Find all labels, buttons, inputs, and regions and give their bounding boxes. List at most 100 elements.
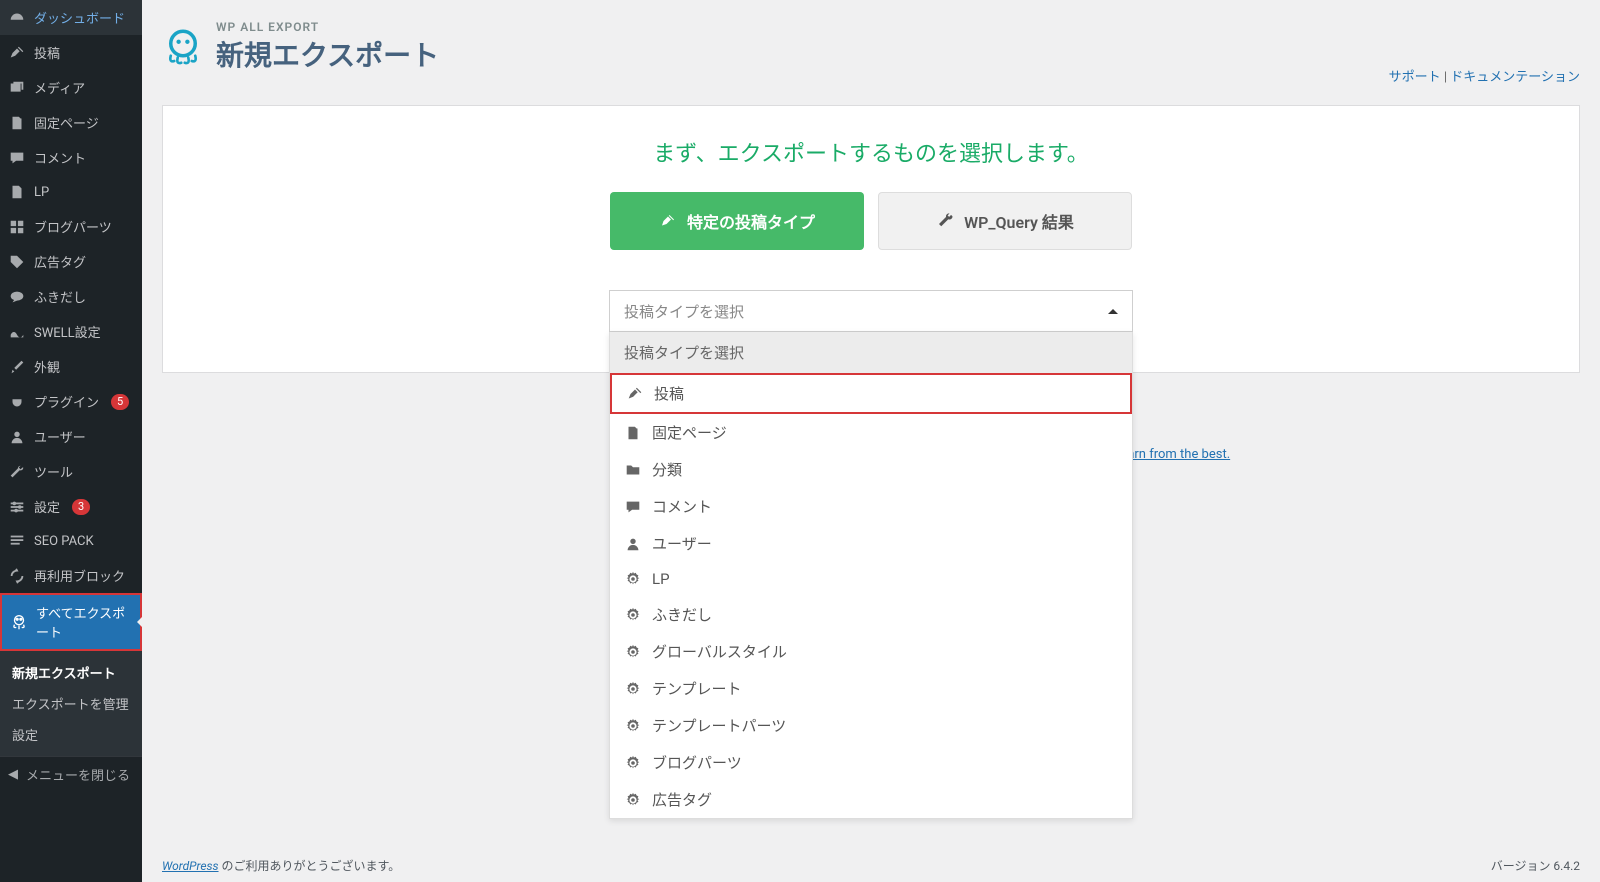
user-icon bbox=[8, 428, 26, 446]
sidebar-item-9[interactable]: SWELL設定 bbox=[0, 314, 142, 349]
tag-icon bbox=[8, 253, 26, 271]
dropdown-option-5[interactable]: LP bbox=[610, 562, 1132, 596]
post-type-select: 投稿タイプを選択 投稿タイプを選択 投稿固定ページ分類コメントユーザーLPふきだ… bbox=[609, 290, 1133, 332]
sidebar-label: ブログパーツ bbox=[34, 217, 112, 236]
dropdown-option-1[interactable]: 固定ページ bbox=[610, 414, 1132, 451]
sidebar-item-12[interactable]: ユーザー bbox=[0, 419, 142, 454]
wordpress-link[interactable]: WordPress bbox=[162, 859, 219, 873]
footer-left: WordPress のご利用ありがとうございます。 bbox=[162, 857, 400, 874]
sidebar-label: 投稿 bbox=[34, 43, 60, 62]
header-subtitle: WP ALL EXPORT bbox=[216, 20, 439, 34]
brush-icon bbox=[8, 358, 26, 376]
option-label: コメント bbox=[652, 496, 712, 517]
gear-icon bbox=[624, 570, 642, 588]
option-label: ブログパーツ bbox=[652, 752, 742, 773]
footer-version: バージョン 6.4.2 bbox=[1491, 857, 1580, 874]
option-label: ふきだし bbox=[652, 604, 712, 625]
badge: 3 bbox=[72, 499, 90, 515]
sidebar-item-3[interactable]: 固定ページ bbox=[0, 105, 142, 140]
badge: 5 bbox=[111, 394, 129, 410]
sidebar-item-6[interactable]: ブログパーツ bbox=[0, 209, 142, 244]
dropdown-option-2[interactable]: 分類 bbox=[610, 451, 1132, 488]
pin-icon bbox=[626, 385, 644, 403]
dropdown-option-3[interactable]: コメント bbox=[610, 488, 1132, 525]
collapse-label: メニューを閉じる bbox=[26, 765, 130, 784]
page-icon bbox=[624, 424, 642, 442]
seo-icon bbox=[8, 532, 26, 550]
dropdown-option-10[interactable]: ブログパーツ bbox=[610, 744, 1132, 781]
option-label: 分類 bbox=[652, 459, 682, 480]
support-link[interactable]: サポート bbox=[1389, 70, 1441, 85]
post-type-dropdown: 投稿タイプを選択 投稿固定ページ分類コメントユーザー LP ふきだしグローバルスタイ… bbox=[609, 332, 1133, 819]
pin-icon bbox=[659, 212, 677, 230]
settings-icon bbox=[8, 498, 26, 516]
sidebar-item-16[interactable]: 再利用ブロック bbox=[0, 558, 142, 593]
recycle-icon bbox=[8, 567, 26, 585]
comment-icon bbox=[8, 149, 26, 167]
sidebar-item-8[interactable]: ふきだし bbox=[0, 279, 142, 314]
dropdown-option-9[interactable]: テンプレートパーツ bbox=[610, 707, 1132, 744]
export-card: まず、エクスポートするものを選択します。 特定の投稿タイプ WP_Query 結… bbox=[162, 105, 1580, 373]
sidebar-label: 再利用ブロック bbox=[34, 566, 125, 585]
gear-icon bbox=[624, 680, 642, 698]
wrench-icon bbox=[936, 212, 954, 230]
dropdown-option-11[interactable]: 広告タグ bbox=[610, 781, 1132, 818]
sidebar-label: SEO PACK bbox=[34, 534, 94, 549]
submenu-item-0[interactable]: 新規エクスポート bbox=[0, 657, 142, 688]
submenu-item-2[interactable]: 設定 bbox=[0, 719, 142, 750]
sidebar-item-15[interactable]: SEO PACK bbox=[0, 524, 142, 558]
sidebar-label: ダッシュボード bbox=[34, 8, 125, 27]
dropdown-header: 投稿タイプを選択 bbox=[610, 332, 1132, 373]
prompt-text: まず、エクスポートするものを選択します。 bbox=[183, 136, 1559, 168]
sidebar-item-7[interactable]: 広告タグ bbox=[0, 244, 142, 279]
plugin-logo-icon bbox=[162, 26, 204, 68]
sidebar-item-2[interactable]: メディア bbox=[0, 70, 142, 105]
option-label: 投稿 bbox=[654, 383, 684, 404]
header-left: WP ALL EXPORT 新規エクスポート bbox=[162, 20, 439, 74]
gear-icon bbox=[624, 606, 642, 624]
option-label: LP bbox=[652, 570, 670, 588]
sidebar-item-17[interactable]: すべてエクスポート bbox=[0, 593, 142, 651]
dropdown-option-6[interactable]: ふきだし bbox=[610, 596, 1132, 633]
sidebar-label: ツール bbox=[34, 462, 73, 481]
pin-icon bbox=[8, 44, 26, 62]
sidebar-label: 固定ページ bbox=[34, 113, 99, 132]
sidebar-label: すべてエクスポート bbox=[36, 603, 132, 641]
sidebar-label: プラグイン bbox=[34, 392, 99, 411]
sidebar-item-5[interactable]: LP bbox=[0, 175, 142, 209]
option-label: テンプレート bbox=[652, 678, 742, 699]
admin-footer: WordPress のご利用ありがとうございます。 バージョン 6.4.2 bbox=[142, 849, 1600, 882]
page-header: WP ALL EXPORT 新規エクスポート サポート | ドキュメンテーション bbox=[162, 20, 1580, 85]
sidebar-item-0[interactable]: ダッシュボード bbox=[0, 0, 142, 35]
sidebar-item-11[interactable]: プラグイン 5 bbox=[0, 384, 142, 419]
sidebar-item-14[interactable]: 設定3 bbox=[0, 489, 142, 524]
docs-link[interactable]: ドキュメンテーション bbox=[1450, 70, 1580, 85]
dropdown-option-7[interactable]: グローバルスタイル bbox=[610, 633, 1132, 670]
specific-post-type-button[interactable]: 特定の投稿タイプ bbox=[610, 192, 864, 250]
sidebar-label: 外観 bbox=[34, 357, 60, 376]
sidebar-item-13[interactable]: ツール bbox=[0, 454, 142, 489]
gear-icon bbox=[624, 791, 642, 809]
octo-icon bbox=[10, 613, 28, 631]
collapse-icon: ◀ bbox=[8, 767, 18, 782]
option-label: 広告タグ bbox=[652, 789, 712, 810]
sidebar-item-4[interactable]: コメント bbox=[0, 140, 142, 175]
sidebar-item-1[interactable]: 投稿 bbox=[0, 35, 142, 70]
sidebar-label: 広告タグ bbox=[34, 252, 86, 271]
sidebar-item-10[interactable]: 外観 bbox=[0, 349, 142, 384]
sidebar-label: LP bbox=[34, 185, 49, 200]
wp-query-button[interactable]: WP_Query 結果 bbox=[878, 192, 1132, 250]
sidebar-submenu: 新規エクスポートエクスポートを管理設定 bbox=[0, 651, 142, 756]
dropdown-option-8[interactable]: テンプレート bbox=[610, 670, 1132, 707]
plug-icon bbox=[8, 393, 26, 411]
swell-icon bbox=[8, 323, 26, 341]
button-row: 特定の投稿タイプ WP_Query 結果 bbox=[183, 192, 1559, 250]
dashboard-icon bbox=[8, 9, 26, 27]
dropdown-option-0[interactable]: 投稿 bbox=[610, 373, 1132, 414]
submenu-item-1[interactable]: エクスポートを管理 bbox=[0, 688, 142, 719]
bubble-icon bbox=[8, 288, 26, 306]
select-box[interactable]: 投稿タイプを選択 bbox=[609, 290, 1133, 332]
collapse-menu[interactable]: ◀ メニューを閉じる bbox=[0, 756, 142, 792]
sidebar-label: SWELL設定 bbox=[34, 322, 101, 341]
dropdown-option-4[interactable]: ユーザー bbox=[610, 525, 1132, 562]
